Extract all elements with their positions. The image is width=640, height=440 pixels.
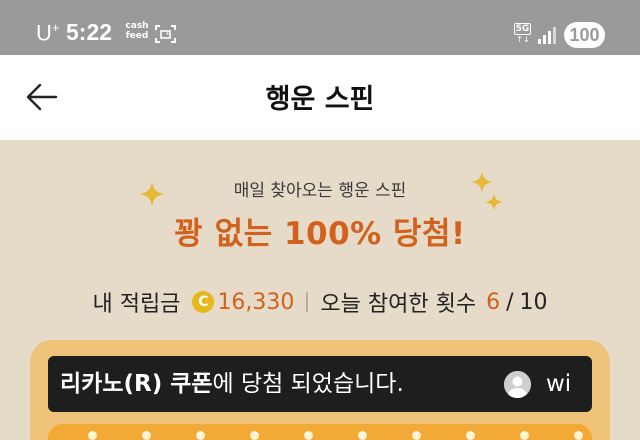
signal-bars-icon	[538, 27, 556, 44]
user-avatar-icon	[504, 371, 531, 398]
page-title: 행운 스핀	[265, 84, 375, 115]
light-bulb	[142, 431, 151, 440]
light-bulb	[520, 431, 529, 440]
light-bulb	[304, 431, 313, 440]
ticker-next-message: wi	[546, 371, 572, 397]
coin-icon: C	[192, 291, 215, 313]
network-type-badge: 5G	[514, 23, 531, 35]
status-bar: U+ 5:22 cash feed 5G ↑↓ 100	[0, 0, 640, 55]
spin-machine-frame: 리카노(R) 쿠폰에 당첨 되었습니다. wi	[30, 340, 610, 440]
event-subtitle: 매일 찾아오는 행운 스핀	[233, 181, 407, 201]
ticker-prize: 리카노(R) 쿠폰	[60, 371, 213, 397]
light-bulb	[412, 431, 421, 440]
stats-row: 내 적립금 C 16,330 오늘 참여한 횟수 6 / 10	[0, 286, 640, 318]
ticker-suffix: 에 당첨 되었습니다.	[212, 371, 404, 397]
participation-separator: /	[506, 289, 514, 315]
light-bulb	[466, 431, 475, 440]
app-header: 행운 스핀	[0, 55, 640, 140]
lucky-spin-event: 매일 찾아오는 행운 스핀 꽝 없는 100% 당첨! 내 적립금 C 16,3…	[0, 140, 640, 440]
screenshot-icon	[155, 25, 176, 43]
winner-ticker: 리카노(R) 쿠폰에 당첨 되었습니다. wi	[48, 356, 592, 412]
participation-label: 오늘 참여한 횟수	[320, 292, 477, 317]
points-value: 16,330	[217, 289, 295, 315]
participation-current: 6	[486, 289, 501, 315]
stats-divider	[306, 292, 309, 312]
cashfeed-app-indicator: cash feed	[125, 21, 149, 41]
ticker-message: 리카노(R) 쿠폰에 당첨 되었습니다.	[60, 356, 404, 412]
data-activity-icon: ↑↓	[516, 35, 530, 44]
participation-max: 10	[519, 289, 548, 315]
status-time: 5:22	[66, 19, 113, 45]
light-bulb	[196, 431, 205, 440]
light-bulb	[88, 431, 97, 440]
carrier-label: U+	[36, 20, 60, 46]
light-bulb	[574, 431, 583, 440]
battery-indicator: 100	[564, 22, 605, 48]
light-bulb	[358, 431, 367, 440]
points-label: 내 적립금	[92, 292, 181, 317]
event-headline: 꽝 없는 100% 당첨!	[174, 216, 466, 252]
light-bulb	[250, 431, 259, 440]
spin-lights	[48, 424, 592, 440]
